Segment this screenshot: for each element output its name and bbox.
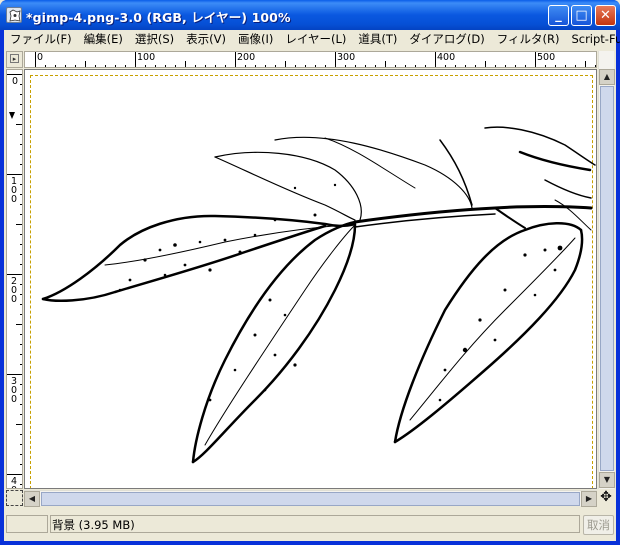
menu-script-fu[interactable]: Script-Fu — [565, 32, 620, 46]
minimize-button[interactable]: _ — [548, 5, 569, 26]
scroll-down-button[interactable]: ▼ — [599, 472, 615, 488]
hruler-label-100: 100 — [137, 52, 156, 63]
horizontal-scroll-thumb[interactable] — [41, 492, 580, 506]
menu-layer[interactable]: レイヤー(L) — [279, 31, 352, 47]
close-button[interactable]: ✕ — [595, 5, 616, 26]
vruler-label-200: 200 — [10, 276, 18, 305]
hruler-label-300: 300 — [337, 52, 356, 63]
window-title: *gimp-4.png-3.0 (RGB, レイヤー) 100% — [26, 10, 291, 25]
ruler-menu-icon: ▸ — [10, 54, 19, 63]
menu-dialogs[interactable]: ダイアログ(D) — [403, 31, 490, 47]
menu-edit[interactable]: 編集(E) — [78, 31, 129, 47]
vruler-label-0: 0 — [11, 76, 19, 87]
quick-mask-toggle[interactable] — [6, 490, 23, 506]
vruler-label-400: 400 — [10, 476, 18, 488]
horizontal-scrollbar[interactable]: ◀ ▶ — [24, 490, 597, 507]
vruler-label-300: 300 — [10, 376, 18, 405]
hruler-label-200: 200 — [237, 52, 256, 63]
scroll-right-button[interactable]: ▶ — [581, 491, 597, 507]
maximize-button[interactable]: □ — [571, 5, 592, 26]
menubar: ファイル(F) 編集(E) 選択(S) 表示(V) 画像(I) レイヤー(L) … — [4, 30, 620, 48]
hruler-label-500: 500 — [537, 52, 556, 63]
menu-select[interactable]: 選択(S) — [129, 31, 180, 47]
image-canvas[interactable] — [24, 69, 597, 489]
scroll-left-button[interactable]: ◀ — [24, 491, 40, 507]
layer-info-text: 背景 (3.95 MB) — [52, 518, 135, 532]
navigate-icon: ✥ — [600, 489, 612, 505]
pointer-coordinates — [6, 515, 48, 533]
menu-image[interactable]: 画像(I) — [232, 31, 279, 47]
horizontal-ruler-ticks — [35, 52, 596, 67]
title-bar[interactable]: *gimp-4.png-3.0 (RGB, レイヤー) 100% _ □ ✕ — [0, 0, 620, 30]
hruler-label-400: 400 — [437, 52, 456, 63]
vertical-scroll-thumb[interactable] — [600, 86, 614, 471]
vruler-label-100: 100 — [10, 176, 18, 205]
cancel-button[interactable]: 取消 — [583, 515, 614, 535]
menu-filters[interactable]: フィルタ(R) — [491, 31, 566, 47]
menu-view[interactable]: 表示(V) — [180, 31, 232, 47]
hruler-label-0: 0 — [37, 52, 44, 63]
gimp-image-icon[interactable] — [6, 7, 22, 23]
ruler-menu-button[interactable]: ▸ — [6, 51, 23, 68]
leaf-line-drawing — [41, 126, 596, 464]
scroll-up-button[interactable]: ▲ — [599, 69, 615, 85]
vertical-ruler[interactable]: 0 100 200 300 400 — [6, 69, 23, 489]
vertical-scrollbar[interactable]: ▲ ▼ — [598, 51, 615, 489]
horizontal-ruler[interactable]: 0 100 200 300 400 500 — [24, 51, 597, 68]
status-bar: 背景 (3.95 MB) 取消 — [4, 508, 616, 540]
menu-file[interactable]: ファイル(F) — [4, 31, 78, 47]
menu-tools[interactable]: 道具(T) — [352, 31, 403, 47]
window-client: ファイル(F) 編集(E) 選択(S) 表示(V) 画像(I) レイヤー(L) … — [4, 30, 620, 541]
navigate-button[interactable]: ✥ — [598, 490, 614, 506]
gimp-image-window: *gimp-4.png-3.0 (RGB, レイヤー) 100% _ □ ✕ フ… — [0, 0, 620, 545]
